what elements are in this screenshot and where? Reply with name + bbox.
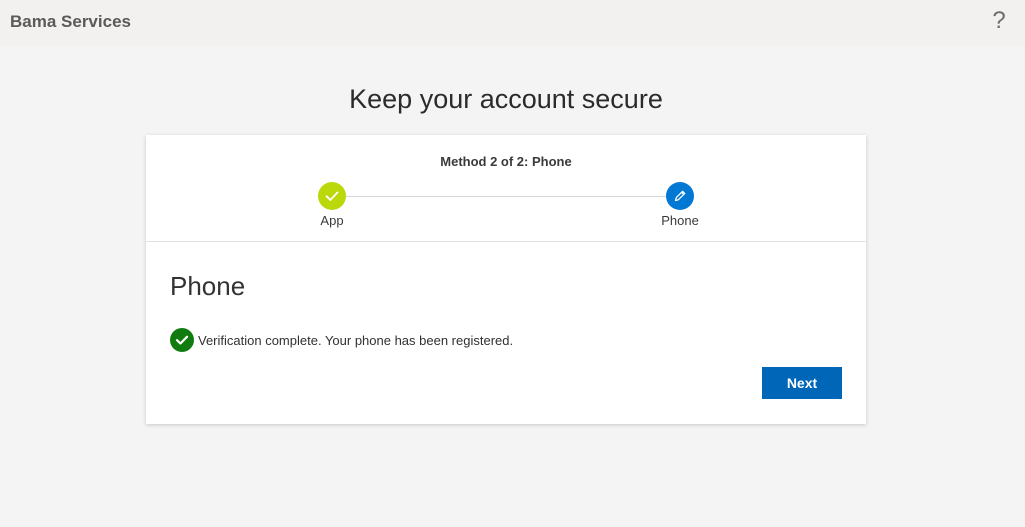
step-phone-current-indicator xyxy=(666,182,694,210)
pencil-icon xyxy=(674,190,686,202)
check-icon xyxy=(175,335,189,345)
step-phone-label: Phone xyxy=(661,213,699,228)
verification-status-message: Verification complete. Your phone has be… xyxy=(198,333,514,348)
next-button[interactable]: Next xyxy=(762,367,842,399)
step-app-label: App xyxy=(320,213,344,228)
method-progress-title: Method 2 of 2: Phone xyxy=(440,154,572,169)
section-title: Phone xyxy=(170,271,246,301)
setup-card: Method 2 of 2: Phone App Phone Phone Ver… xyxy=(146,135,866,424)
step-app-complete-indicator xyxy=(318,182,346,210)
check-circle-icon xyxy=(170,328,194,352)
card-divider xyxy=(146,241,866,242)
check-icon xyxy=(325,191,339,201)
organization-name: Bama Services xyxy=(10,12,131,31)
step-progress-line xyxy=(346,196,666,197)
top-bar: Bama Services ? xyxy=(0,0,1025,46)
help-icon[interactable]: ? xyxy=(988,7,1010,35)
page-title: Keep your account secure xyxy=(349,84,663,114)
